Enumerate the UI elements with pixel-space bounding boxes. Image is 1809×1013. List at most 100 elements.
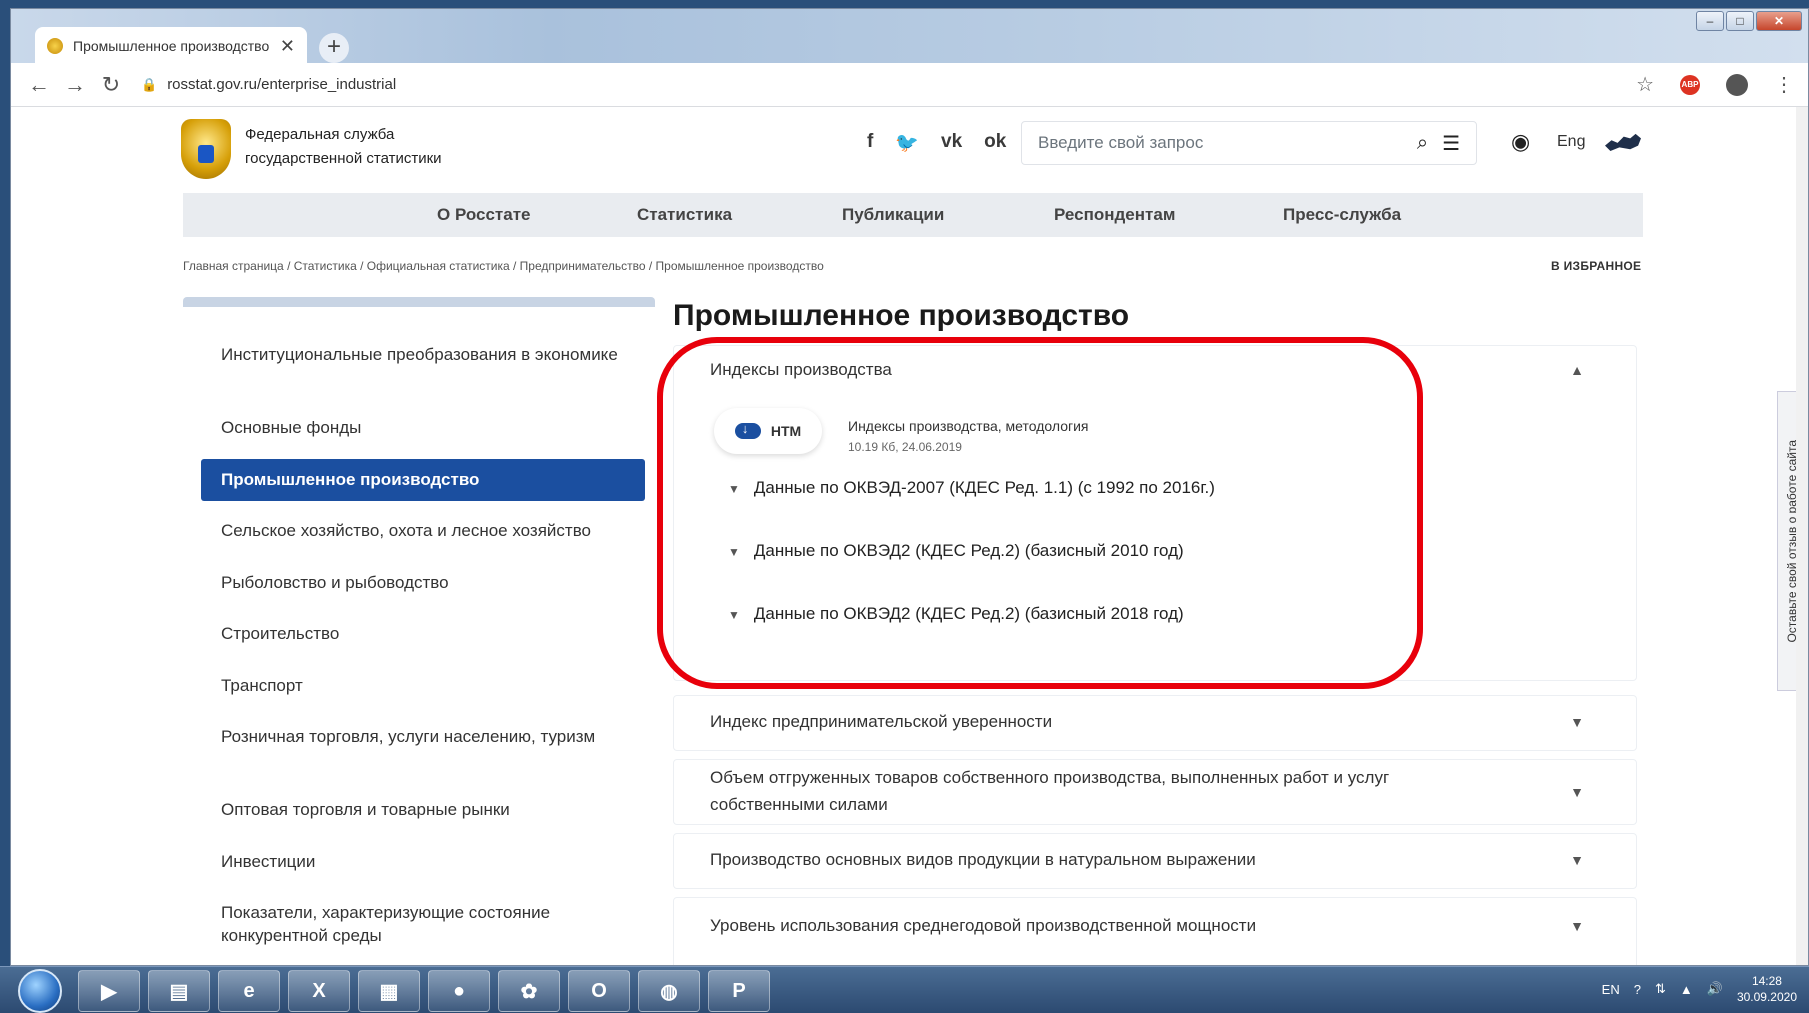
browser-tab[interactable]: Промышленное производство ✕ [35,27,307,65]
adblock-icon[interactable]: ABP [1680,74,1700,95]
sidebar-header-bar [183,297,655,307]
sidebar-item-agriculture[interactable]: Сельское хозяйство, охота и лесное хозяй… [221,519,641,542]
accordion-title: Производство основных видов продукции в … [710,850,1256,869]
breadcrumb[interactable]: Главная страница / Статистика / Официаль… [183,259,824,273]
powerpoint-icon[interactable]: P [708,970,770,1012]
social-links: f 🐦 vk ok [867,131,1006,155]
desktop-screen: Промышленное производство ✕ + – □ ✕ ← → … [0,0,1809,1013]
windows-taskbar: ▶ ▤ e X ▦ ● ✿ O ◍ P EN ? ⇅ ▲ 🔊 14:28 30.… [0,966,1809,1013]
new-tab-button[interactable]: + [319,33,349,63]
sidebar-item-wholesale[interactable]: Оптовая торговля и товарные рынки [221,798,641,821]
clock[interactable]: 14:28 30.09.2020 [1737,973,1797,1005]
close-tab-icon[interactable]: ✕ [280,36,295,57]
maximize-button[interactable]: □ [1726,11,1754,31]
start-button[interactable] [18,969,62,1013]
language-indicator[interactable]: EN [1602,982,1620,997]
accordion-production-volume[interactable]: Производство основных видов продукции в … [673,833,1637,889]
sidebar-item-competition[interactable]: Показатели, характеризующие состояние ко… [221,901,641,947]
sidebar-item-fishing[interactable]: Рыболовство и рыбоводство [221,571,641,594]
outlook-icon[interactable]: O [568,970,630,1012]
excel-icon[interactable]: X [288,970,350,1012]
chevron-down-icon[interactable]: ▼ [1570,918,1584,934]
subitem-label: Данные по ОКВЭД2 (КДЕС Ред.2) (базисный … [753,541,1184,560]
app-circle-icon[interactable]: ● [428,970,490,1012]
browser-titlebar: Промышленное производство ✕ + – □ ✕ [11,9,1808,65]
profile-icon[interactable] [1726,73,1748,96]
main-menu: О Росстате Статистика Публикации Респонд… [183,193,1643,237]
forward-icon[interactable]: → [57,72,93,98]
clock-date: 30.09.2020 [1736,990,1797,1004]
sidebar-item-transport[interactable]: Транспорт [221,674,641,697]
chrome-icon[interactable]: ◍ [638,970,700,1012]
sidebar-item-construction[interactable]: Строительство [221,622,641,645]
volume-icon[interactable]: 🔊 [1707,981,1723,997]
bookmark-star-icon[interactable]: ☆ [1636,72,1654,97]
chevron-down-icon[interactable]: ▼ [1570,714,1584,730]
sidebar-item-institutional[interactable]: Институциональные преобразования в эконо… [221,343,641,366]
twitter-icon[interactable]: 🐦 [895,131,919,155]
reload-icon[interactable]: ↻ [93,72,129,98]
browser-menu-icon[interactable]: ⋮ [1774,72,1794,97]
lock-icon: 🔒 [141,76,158,92]
org-name-line1: Федеральная служба [245,126,395,143]
page-scrollbar[interactable] [1796,107,1808,965]
network-icon[interactable]: ⇅ [1655,981,1666,997]
subitem-label: Данные по ОКВЭД2 (КДЕС Ред.2) (базисный … [753,604,1184,623]
chevron-down-icon[interactable]: ▼ [1570,784,1584,800]
document-meta: 10.19 Кб, 24.06.2019 [848,440,962,454]
browser-window: Промышленное производство ✕ + – □ ✕ ← → … [10,8,1809,966]
add-to-favorites-link[interactable]: В ИЗБРАННОЕ [1551,259,1641,273]
chevron-down-icon[interactable]: ▼ [1570,852,1584,868]
tab-title: Промышленное производство [73,38,270,54]
accordion-shipped-goods[interactable]: Объем отгруженных товаров собственного п… [673,759,1637,825]
odnoklassniki-icon[interactable]: ok [984,131,1006,155]
menu-item-statistics[interactable]: Статистика [637,205,732,225]
menu-item-about[interactable]: О Росстате [437,205,531,225]
show-hidden-icons-icon[interactable]: ▲ [1680,982,1693,997]
language-switch[interactable]: Eng [1557,133,1585,151]
facebook-icon[interactable]: f [867,131,873,155]
document-title[interactable]: Индексы производства, методология [848,418,1089,434]
search-input[interactable] [1038,133,1403,153]
menu-item-publications[interactable]: Публикации [842,205,944,225]
subitem-okved2-2010[interactable]: ▼ Данные по ОКВЭД2 (КДЕС Ред.2) (базисный… [728,541,1184,561]
subitem-okved2-2018[interactable]: ▼ Данные по ОКВЭД2 (КДЕС Ред.2) (базисный… [728,604,1184,624]
file-format-label: HTM [770,423,802,439]
vk-icon[interactable]: vk [941,131,962,155]
page-viewport: Федеральная служба государственной стати… [11,107,1808,965]
chevron-up-icon[interactable]: ▲ [1570,362,1584,378]
accordion-business-confidence[interactable]: Индекс предпринимательской уверенности ▼ [673,695,1637,751]
media-player-icon[interactable]: ▶ [78,970,140,1012]
sidebar-item-industrial[interactable]: Промышленное производство [201,459,645,501]
subitem-okved-2007[interactable]: ▼ Данные по ОКВЭД-2007 (КДЕС Ред. 1.1) (с… [728,478,1215,498]
back-icon[interactable]: ← [21,72,57,98]
app-paw-icon[interactable]: ✿ [498,970,560,1012]
file-explorer-icon[interactable]: ▤ [148,970,210,1012]
sidebar-item-fixed-assets[interactable]: Основные фонды [221,416,641,439]
search-icon[interactable]: ⌕ [1417,132,1428,155]
browser-toolbar: ← → ↻ 🔒 rosstat.gov.ru/enterprise_indust… [11,63,1808,107]
download-htm-button[interactable]: HTM [714,408,822,454]
filter-settings-icon[interactable]: ☰ [1442,131,1460,156]
org-name[interactable]: Федеральная служба государственной стати… [245,123,442,171]
accordion-title[interactable]: Индексы производства [710,356,892,383]
sidebar-item-retail[interactable]: Розничная торговля, услуги населению, ту… [221,725,641,748]
accordion-title: Объем отгруженных товаров собственного п… [710,768,1390,814]
russia-map-icon[interactable] [1605,133,1641,151]
rosstat-favicon-icon [47,38,63,54]
winrar-icon[interactable]: ▦ [358,970,420,1012]
close-window-button[interactable]: ✕ [1756,11,1802,31]
accordion-capacity-usage[interactable]: Уровень использования среднегодовой прои… [673,897,1637,965]
minimize-button[interactable]: – [1696,11,1724,31]
caret-down-icon: ▼ [728,608,740,622]
internet-explorer-icon[interactable]: e [218,970,280,1012]
menu-item-press[interactable]: Пресс-служба [1283,205,1401,225]
address-bar[interactable]: 🔒 rosstat.gov.ru/enterprise_industrial [141,76,1636,93]
menu-item-respondents[interactable]: Респондентам [1054,205,1175,225]
sidebar-item-investments[interactable]: Инвестиции [221,850,641,873]
subitem-label: Данные по ОКВЭД-2007 (КДЕС Ред. 1.1) (с … [753,478,1215,497]
accordion-title: Уровень использования среднегодовой прои… [710,916,1257,935]
rosstat-emblem-logo[interactable] [181,119,231,179]
accessibility-eye-icon[interactable]: ◉ [1511,129,1530,155]
help-icon[interactable]: ? [1634,982,1641,997]
